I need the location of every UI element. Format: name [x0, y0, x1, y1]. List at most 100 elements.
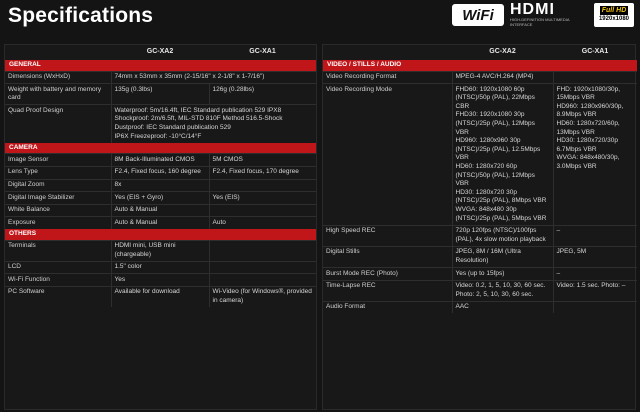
row-value-gc-xa2: 8M Back-Illuminated CMOS: [110, 153, 209, 167]
row-value-gc-xa1: Wi-Video (for Windows®, provided in came…: [208, 285, 316, 308]
row-value-gc-xa1: Video: 1.5 sec. Photo: –: [552, 279, 637, 302]
row-value-gc-xa2: Yes (EIS + Gyro): [110, 191, 209, 205]
row-value-gc-xa1: FHD: 1920x1080/30p, 15Mbps VBR HD960: 12…: [552, 83, 637, 226]
row-value-gc-xa1: F2.4, Fixed focus, 170 degree: [208, 165, 316, 180]
table-row: Digital Zoom 8x: [5, 178, 316, 192]
row-value-gc-xa2: F2.4, Fixed focus, 160 degree: [110, 165, 209, 180]
table-row: Dimensions (WxHxD) 74mm x 53mm x 35mm (2-…: [5, 70, 316, 84]
row-value-gc-xa1: 5M CMOS: [208, 153, 316, 167]
row-label: Image Sensor: [5, 153, 111, 167]
row-value-gc-xa2: JPEG, 8M / 16M (Ultra Resolution): [451, 245, 553, 268]
row-value-gc-xa1: 126g (0.28lbs): [208, 83, 316, 105]
row-value-gc-xa1: [208, 203, 316, 217]
table-row: Digital Stills JPEG, 8M / 16M (Ultra Reso…: [323, 245, 637, 268]
row-value-gc-xa2: Auto & Manual: [110, 216, 209, 229]
row-value-gc-xa2: AAC: [451, 300, 553, 314]
header-gc-xa2: GC-XA2: [146, 48, 174, 56]
table-row: Quad Proof Design Waterproof: 5m/16.4ft, …: [5, 104, 316, 143]
row-value-gc-xa1: –: [552, 224, 637, 247]
table-row: High Speed REC 720p 120fps (NTSC)/100fps …: [323, 224, 637, 247]
row-label: LCD: [5, 260, 111, 274]
header-gc-xa1: GC-XA1: [581, 48, 609, 56]
row-value-gc-xa2: Yes (up to 15fps): [451, 267, 553, 281]
hdmi-logo-text: HDMI: [510, 1, 555, 18]
row-value-gc-xa1: [552, 70, 637, 84]
spec-table-video-stills-audio: GC-XA2 GC-XA1 VIDEO / STILLS / AUDIO Vide…: [323, 45, 637, 314]
section-header: OTHERS: [5, 228, 316, 240]
table-row: LCD 1.5" color: [5, 260, 316, 274]
table-row: Time-Lapse REC Video: 0.2, 1, 5, 10, 30, …: [323, 279, 637, 302]
row-value-shared: 74mm x 53mm x 35mm (2-15/16" x 2-1/8" x …: [110, 70, 316, 84]
row-value-shared: Waterproof: 5m/16.4ft, IEC Standard publ…: [110, 104, 316, 143]
section-header: CAMERA: [5, 142, 316, 154]
row-value-gc-xa2: 1.5" color: [110, 260, 209, 274]
hdmi-logo-tagline: HIGH-DEFINITION MULTIMEDIA INTERFACE: [510, 17, 570, 27]
row-value-gc-xa1: –: [552, 267, 637, 281]
row-value-gc-xa2: HDMI mini, USB mini (chargeable): [110, 239, 209, 262]
table-row: Video Recording Mode FHD60: 1920x1080 60p…: [323, 83, 637, 226]
fullhd-logo-bottom: 1920x1080: [598, 16, 630, 22]
row-label: Quad Proof Design: [5, 104, 111, 143]
row-value-gc-xa1: [208, 260, 316, 274]
row-label: PC Software: [5, 285, 111, 308]
row-value-gc-xa2: Available for download: [110, 285, 209, 308]
section-title: VIDEO / STILLS / AUDIO: [323, 60, 637, 72]
row-label: Digital Stills: [323, 245, 452, 268]
row-label: Time-Lapse REC: [323, 279, 452, 302]
header-gc-xa2: GC-XA2: [489, 48, 516, 56]
table-row: Digital Image Stabilizer Yes (EIS + Gyro)…: [5, 191, 316, 205]
row-label: Video Recording Format: [323, 70, 452, 84]
table-row: Audio Format AAC: [323, 300, 637, 314]
table-header-row: GC-XA2 GC-XA1: [5, 45, 316, 60]
row-value-gc-xa1: Auto: [208, 216, 316, 229]
table-header-row: GC-XA2 GC-XA1: [323, 45, 637, 60]
section-title: GENERAL: [5, 60, 316, 72]
row-label: Digital Image Stabilizer: [5, 191, 111, 205]
table-row: Exposure Auto & Manual Auto: [5, 216, 316, 229]
table-row: Lens Type F2.4, Fixed focus, 160 degree F2…: [5, 165, 316, 180]
table-row: White Balance Auto & Manual: [5, 203, 316, 217]
row-value-gc-xa1: [208, 273, 316, 287]
row-label: Terminals: [5, 239, 111, 262]
table-row: Video Recording Format MPEG-4 AVC/H.264 (…: [323, 70, 637, 84]
row-label: White Balance: [5, 203, 111, 217]
section-header: VIDEO / STILLS / AUDIO: [323, 60, 637, 72]
spec-table-right: GC-XA2 GC-XA1 VIDEO / STILLS / AUDIO Vide…: [322, 44, 637, 410]
row-label: Video Recording Mode: [323, 83, 452, 226]
row-label: High Speed REC: [323, 224, 452, 247]
table-row: PC Software Available for download Wi-Vide…: [5, 285, 316, 308]
row-label: Burst Mode REC (Photo): [323, 267, 452, 281]
table-row: Weight with battery and memory card 135g …: [5, 83, 316, 105]
spec-table-general-camera-others: GC-XA2 GC-XA1 GENERAL Dimensions (WxHxD) 7…: [5, 45, 316, 308]
header-label-col: [323, 45, 452, 60]
row-label: Lens Type: [5, 165, 111, 180]
row-label: Wi-Fi Function: [5, 273, 111, 287]
fullhd-logo-top: Full HD: [599, 6, 629, 15]
row-value-gc-xa2: FHD60: 1920x1080 60p (NTSC)/50p (PAL), 2…: [451, 83, 553, 226]
row-value-gc-xa2: 8x: [110, 178, 209, 192]
table-row: Wi-Fi Function Yes: [5, 273, 316, 287]
table-row: Image Sensor 8M Back-Illuminated CMOS 5M C…: [5, 153, 316, 167]
row-value-gc-xa2: MPEG-4 AVC/H.264 (MP4): [451, 70, 553, 84]
section-header: GENERAL: [5, 60, 316, 72]
row-value-gc-xa1: Yes (EIS): [208, 191, 316, 205]
wifi-logo: WiFi: [452, 4, 504, 26]
section-title: CAMERA: [5, 142, 316, 154]
row-value-gc-xa1: [208, 239, 316, 262]
row-value-gc-xa1: [208, 178, 316, 192]
row-label: Audio Format: [323, 300, 452, 314]
section-title: OTHERS: [5, 228, 316, 240]
row-value-gc-xa2: Auto & Manual: [110, 203, 209, 217]
row-value-gc-xa1: [552, 300, 637, 314]
row-value-gc-xa1: JPEG, 5M: [552, 245, 637, 268]
logo-bar: WiFi HDMI HIGH-DEFINITION MULTIMEDIA INT…: [452, 2, 634, 28]
row-label: Weight with battery and memory card: [5, 83, 111, 105]
row-label: Exposure: [5, 216, 111, 229]
row-label: Digital Zoom: [5, 178, 111, 192]
hdmi-logo: HDMI HIGH-DEFINITION MULTIMEDIA INTERFAC…: [510, 1, 588, 28]
row-value-gc-xa2: 135g (0.3lbs): [110, 83, 209, 105]
fullhd-logo: Full HD 1920x1080: [594, 3, 634, 27]
header-label-col: [5, 45, 111, 60]
row-value-gc-xa2: Video: 0.2, 1, 5, 10, 30, 60 sec. Photo:…: [451, 279, 553, 302]
spec-table-left: GC-XA2 GC-XA1 GENERAL Dimensions (WxHxD) 7…: [4, 44, 317, 410]
